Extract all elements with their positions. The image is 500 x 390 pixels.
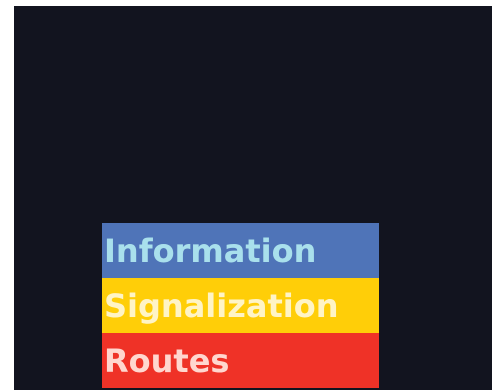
menu-item-signalization[interactable]: Signalization bbox=[102, 278, 379, 333]
app-screen: Information Signalization Routes bbox=[14, 6, 492, 390]
menu-item-label: Signalization bbox=[104, 286, 339, 325]
menu-item-information[interactable]: Information bbox=[102, 223, 379, 278]
menu-item-label: Information bbox=[104, 231, 317, 270]
menu-item-label: Routes bbox=[104, 341, 230, 380]
main-menu: Information Signalization Routes bbox=[102, 223, 379, 388]
menu-item-routes[interactable]: Routes bbox=[102, 333, 379, 388]
